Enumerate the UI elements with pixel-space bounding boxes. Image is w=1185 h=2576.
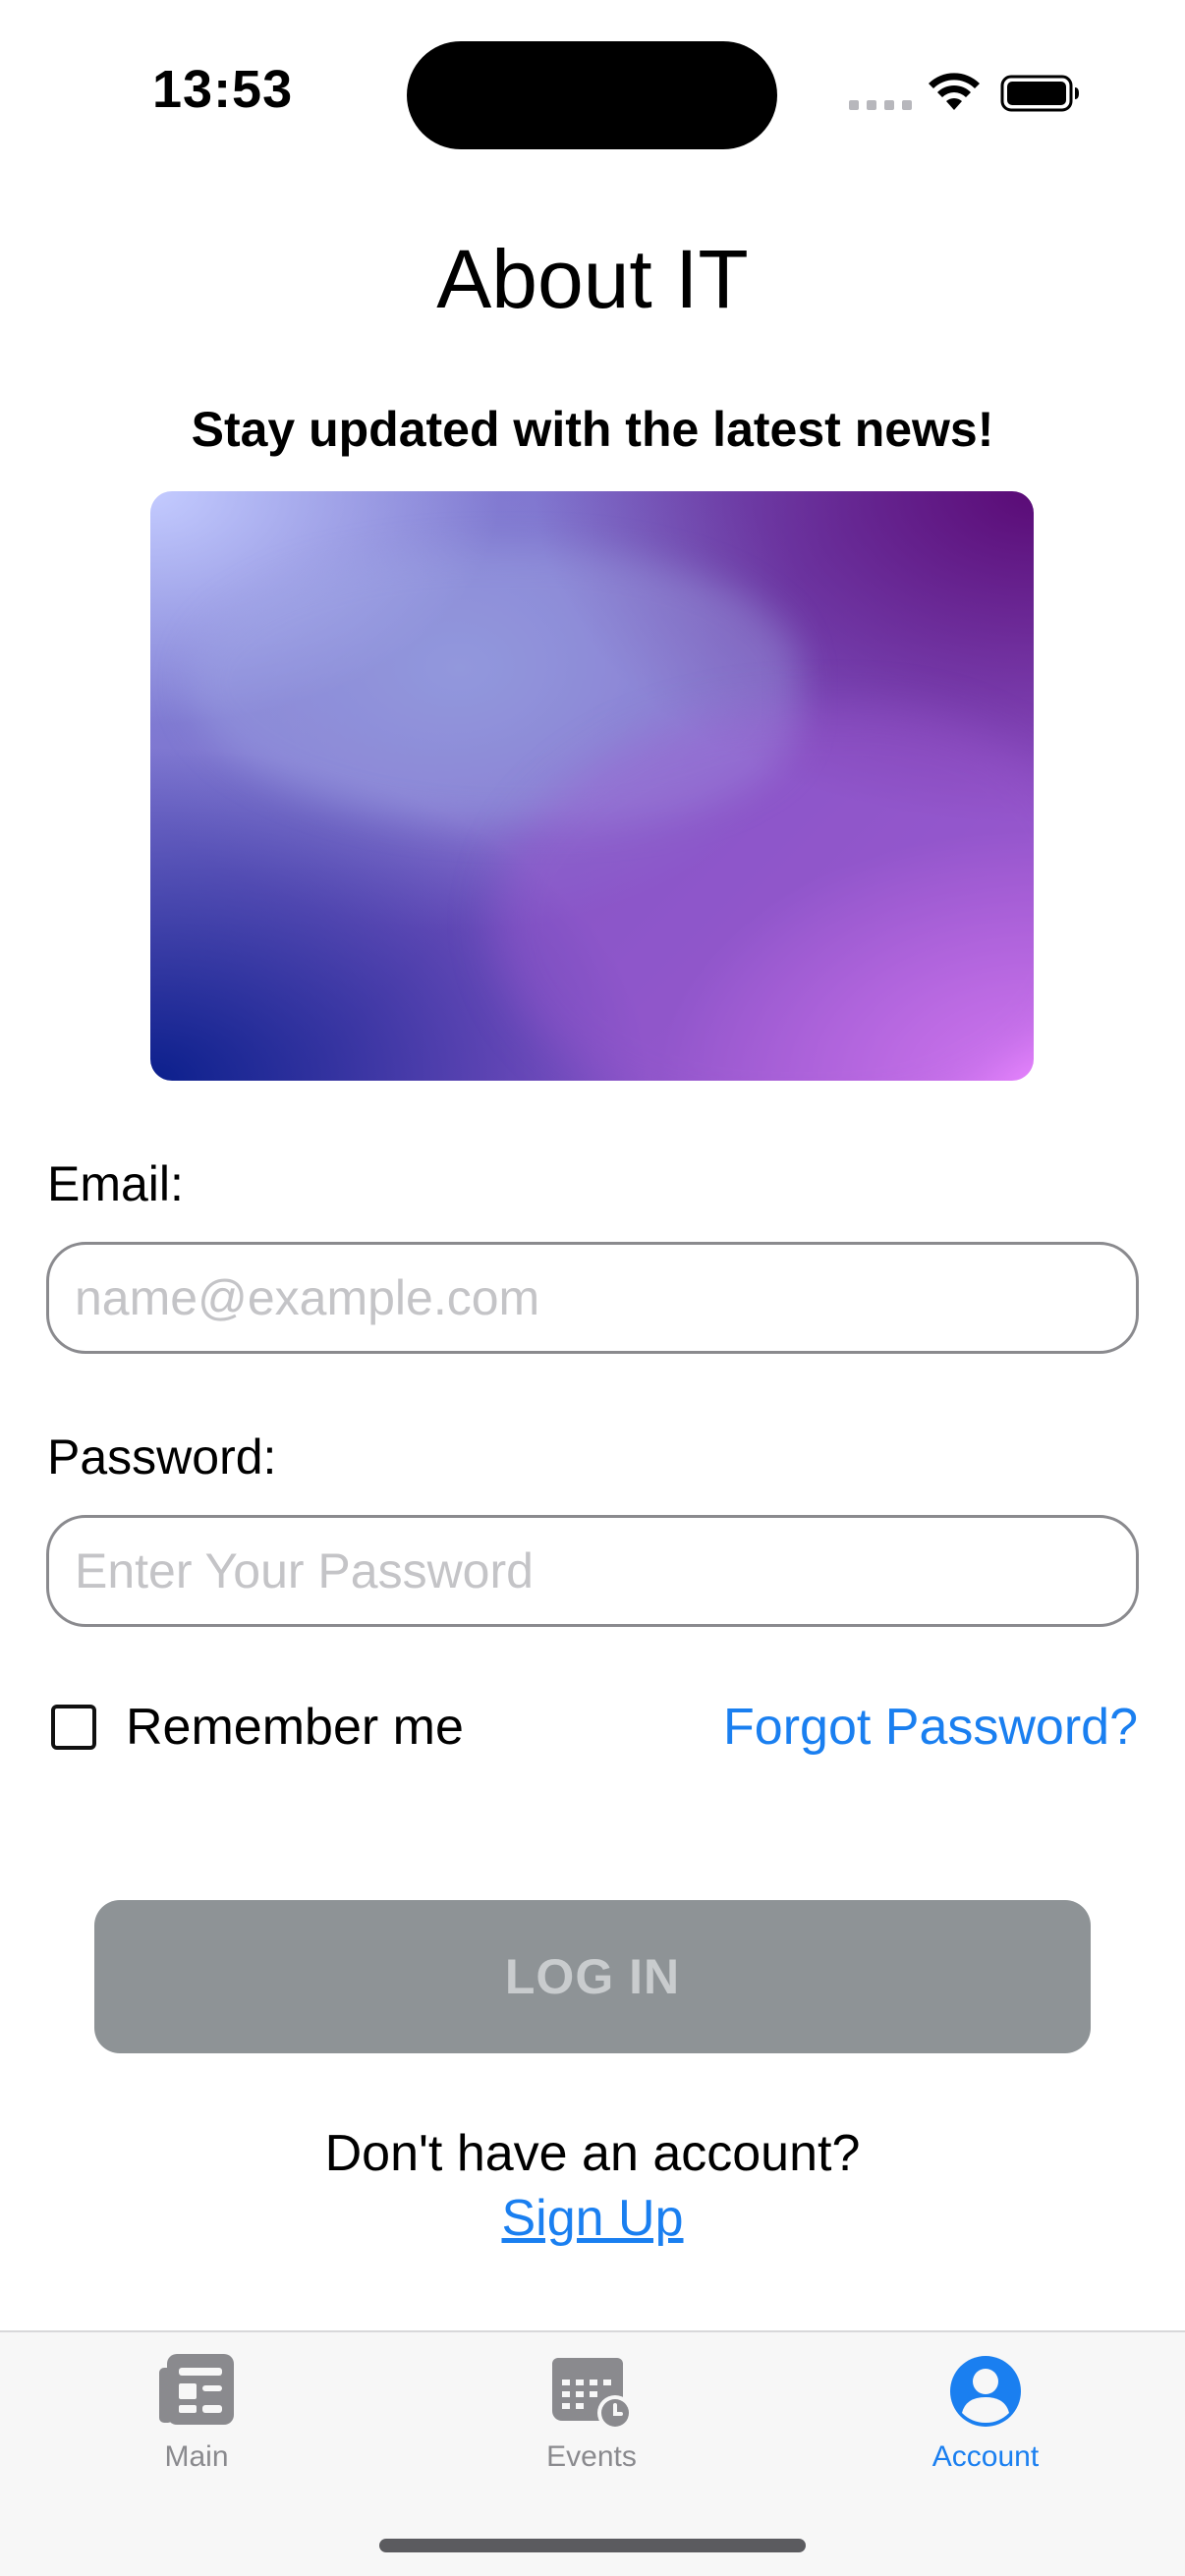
sign-up-link[interactable]: Sign Up [502, 2190, 684, 2247]
email-label: Email: [47, 1156, 184, 1211]
password-label: Password: [47, 1429, 277, 1484]
tab-account-label: Account [931, 2440, 1040, 2473]
forgot-password-link[interactable]: Forgot Password? [723, 1698, 1138, 1757]
tab-events-label: Events [546, 2440, 637, 2473]
remember-me-checkbox[interactable] [51, 1705, 96, 1750]
tab-account[interactable]: Account [838, 2332, 1133, 2490]
calendar-clock-icon [552, 2358, 633, 2431]
home-indicator[interactable] [379, 2539, 806, 2552]
login-button[interactable]: LOG IN [94, 1900, 1091, 2053]
dynamic-island [407, 41, 777, 149]
tab-main[interactable]: Main [49, 2332, 344, 2490]
person-circle-icon [950, 2356, 1021, 2427]
remember-me-label: Remember me [126, 1699, 464, 1756]
hero-gradient-image [150, 491, 1034, 1081]
screen: 13:53 About IT Stay updated with the lat… [0, 0, 1185, 2576]
password-field[interactable] [46, 1515, 1139, 1627]
battery-icon [1000, 75, 1079, 112]
newspaper-icon [159, 2354, 234, 2425]
status-time: 13:53 [152, 60, 294, 119]
email-field[interactable] [46, 1242, 1139, 1354]
wifi-icon [929, 73, 980, 110]
page-title: About IT [436, 233, 749, 325]
no-account-text: Don't have an account? [324, 2125, 861, 2182]
remember-me-toggle[interactable]: Remember me [51, 1698, 464, 1757]
page-subtitle: Stay updated with the latest news! [191, 402, 994, 457]
tab-main-label: Main [164, 2440, 229, 2473]
cellular-signal-icon [849, 100, 912, 110]
tab-events[interactable]: Events [444, 2332, 739, 2490]
